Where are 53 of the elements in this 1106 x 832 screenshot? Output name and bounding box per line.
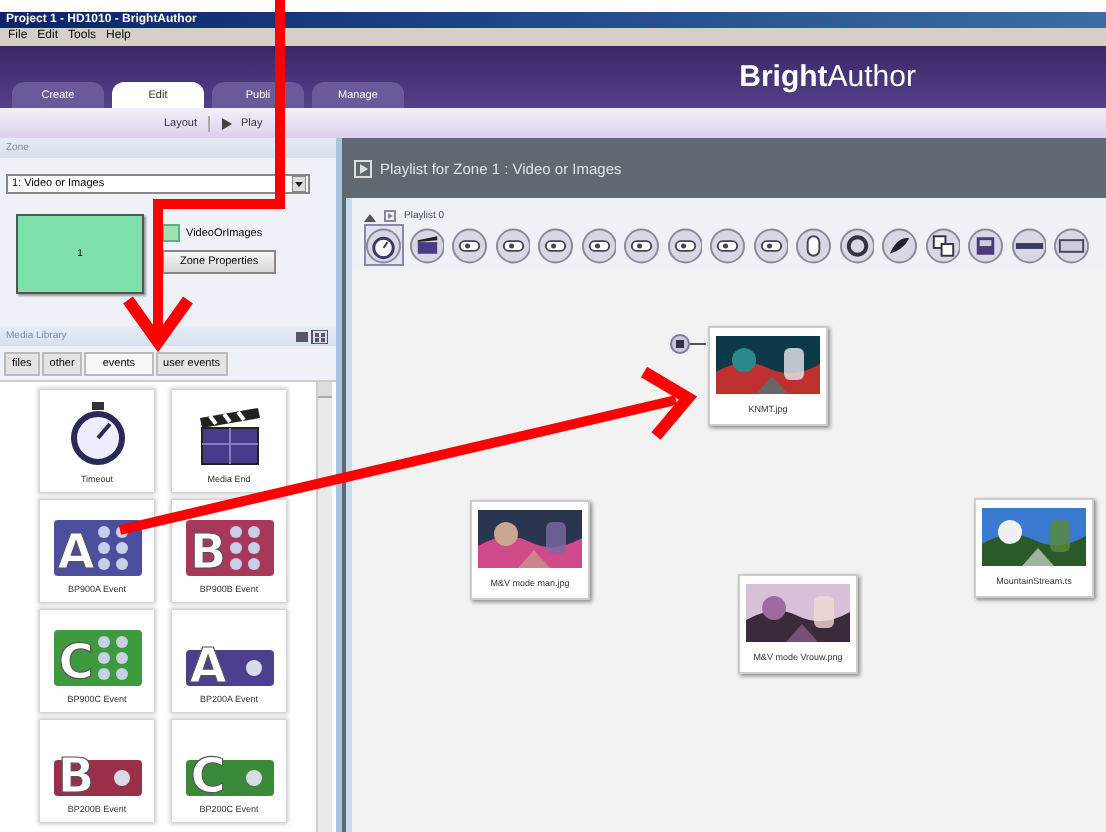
toolbar-button[interactable] (1009, 224, 1048, 266)
pill-icon (667, 227, 702, 263)
toolbar-button[interactable] (880, 224, 919, 266)
pill-icon (710, 227, 745, 263)
toolbar-button[interactable] (493, 224, 532, 266)
toolbar-button[interactable] (622, 224, 661, 266)
dot-grid-icon (229, 526, 259, 570)
stopwatch-icon (366, 227, 401, 263)
bar-icon (1011, 227, 1046, 263)
scrollbar[interactable] (316, 382, 332, 832)
view-toggle-icon[interactable] (296, 329, 328, 343)
toolbar-button[interactable] (966, 224, 1005, 266)
play-icon (354, 159, 372, 177)
pill-icon (538, 227, 573, 263)
toolbar-button[interactable] (364, 224, 403, 266)
toolbar-button[interactable] (579, 224, 618, 266)
toolbar-button[interactable] (665, 224, 704, 266)
toolbar-button[interactable] (407, 224, 446, 266)
tile-letter: C (57, 634, 93, 686)
dot-grid-icon (97, 636, 127, 680)
clapper-icon (409, 227, 444, 263)
keyboard-icon (1054, 227, 1089, 263)
pill-icon (495, 227, 530, 263)
feather-icon (882, 227, 917, 263)
dot-icon (245, 660, 261, 676)
play-icon (384, 210, 396, 222)
mouse-icon (796, 227, 831, 263)
dot-grid-icon (97, 526, 127, 570)
dot-icon (113, 770, 129, 786)
tile-letter: A (56, 524, 94, 576)
toolbar-button[interactable] (1052, 224, 1091, 266)
pill-icon (753, 227, 788, 263)
clapper-icon (197, 406, 261, 466)
tile-letter: B (188, 524, 226, 576)
logo: BrightAuthor (739, 60, 916, 94)
toolbar-button[interactable] (837, 224, 876, 266)
pill-icon (581, 227, 616, 263)
screen-icon (968, 227, 1003, 263)
toolbar-button[interactable] (923, 224, 962, 266)
toolbar-button[interactable] (708, 224, 747, 266)
tile-letter: A (188, 642, 226, 686)
toolbar-button[interactable] (450, 224, 489, 266)
pill-icon (624, 227, 659, 263)
toolbar-button[interactable] (536, 224, 575, 266)
squares-icon (925, 227, 960, 263)
refresh-icon (839, 227, 874, 263)
dropdown-arrow-icon (292, 176, 306, 192)
toolbar-button[interactable] (794, 224, 833, 266)
toolbar-button[interactable] (751, 224, 790, 266)
pill-icon (452, 227, 487, 263)
play-icon (219, 117, 232, 129)
dot-icon (245, 770, 261, 786)
stopwatch-icon (67, 402, 127, 466)
